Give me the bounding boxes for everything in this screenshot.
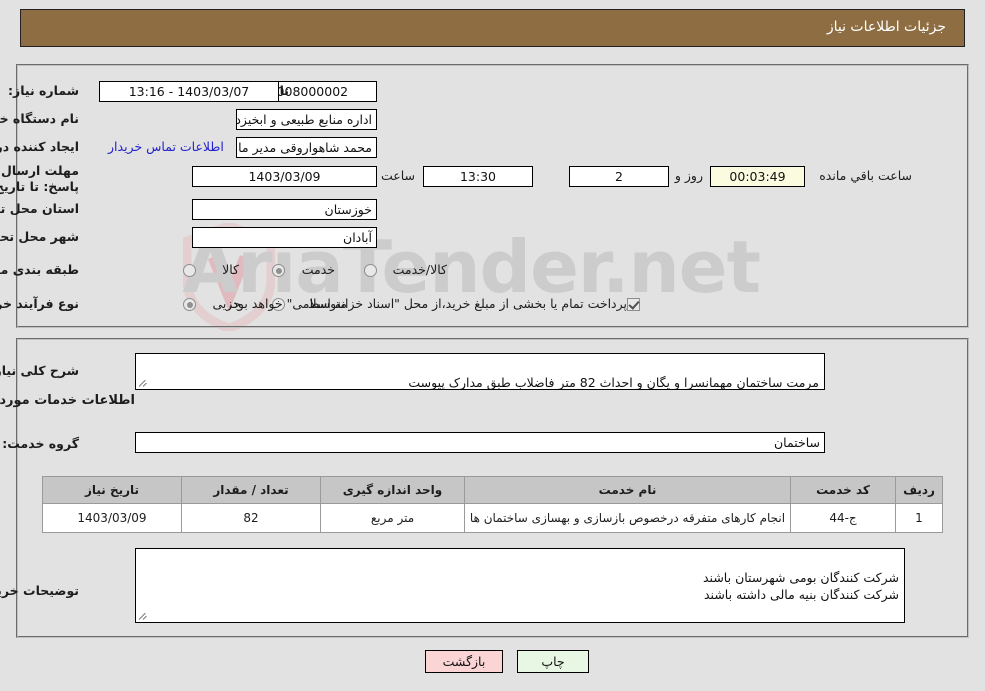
- page-title: جزئیات اطلاعات نیاز: [826, 19, 946, 35]
- deadline-label: مهلت ارسال پاسخ: تا تاریخ:: [0, 163, 79, 194]
- remaining-days-value: 2: [569, 166, 669, 187]
- countdown-label: ساعت باقي مانده: [819, 168, 912, 183]
- category-radio-kala-khedmat[interactable]: [364, 264, 377, 277]
- buyer-notes-label: توضیحات خریدار:: [0, 583, 79, 598]
- buyer-notes-textarea[interactable]: شرکت کنندگان بومی شهرستان باشند شرکت کنن…: [135, 548, 905, 623]
- countdown-value: 00:03:49: [710, 166, 805, 187]
- summary-textarea[interactable]: مرمت ساختمان مهمانسرا و یگان و احداث 82 …: [135, 353, 825, 390]
- cell-unit: متر مربع: [320, 503, 465, 533]
- treasury-bonds-checkbox[interactable]: [627, 298, 640, 311]
- cell-date: 1403/03/09: [42, 503, 182, 533]
- category-label-kala: کالا: [222, 262, 239, 277]
- province-label: استان محل تحویل:: [0, 201, 79, 216]
- service-group-value: ساختمان: [135, 432, 825, 453]
- category-label: طبقه بندی موضوعی:: [0, 262, 79, 277]
- th-name: نام خدمت: [464, 476, 791, 504]
- buyer-org-label: نام دستگاه خریدار:: [0, 111, 79, 126]
- summary-value: مرمت ساختمان مهمانسرا و یگان و احداث 82 …: [408, 375, 819, 390]
- cell-name: انجام کارهای متفرقه درخصوص بازسازی و بهس…: [464, 503, 791, 533]
- deadline-date-value: 1403/03/09: [192, 166, 377, 187]
- service-section-title: اطلاعات خدمات مورد نیاز: [0, 393, 135, 408]
- buyer-contact-link[interactable]: اطلاعات تماس خریدار: [108, 139, 224, 154]
- summary-label: شرح کلی نیاز:: [0, 363, 79, 378]
- cell-radif: 1: [895, 503, 943, 533]
- th-radif: ردیف: [895, 476, 943, 504]
- remaining-days-label: روز و: [674, 168, 703, 183]
- need-number-label: شماره نیاز:: [8, 83, 79, 98]
- creator-value: محمد شاهواروقی مدیر مالی اداره منابع طبی…: [236, 137, 377, 158]
- category-radio-kala[interactable]: [183, 264, 196, 277]
- cell-quantity: 82: [181, 503, 321, 533]
- print-button[interactable]: چاپ: [517, 650, 589, 673]
- category-label-khedmat: خدمت: [301, 262, 335, 277]
- process-type-label: نوع فرآیند خرید :: [0, 296, 79, 311]
- process-radio-jozei[interactable]: [183, 298, 196, 311]
- th-date: تاریخ نیاز: [42, 476, 182, 504]
- cell-code: ج-44: [790, 503, 896, 533]
- treasury-bonds-text: پرداخت تمام یا بخشی از مبلغ خرید،از محل …: [228, 296, 627, 311]
- buyer-notes-value: شرکت کنندگان بومی شهرستان باشند شرکت کنن…: [703, 570, 899, 602]
- page-root: AriaTender.net جزئیات اطلاعات نیاز شماره…: [0, 0, 985, 691]
- deadline-hour-value: 13:30: [423, 166, 533, 187]
- table-row: 1 ج-44 انجام کارهای متفرقه درخصوص بازساز…: [42, 503, 943, 533]
- resize-grip-icon[interactable]: [138, 378, 148, 388]
- th-quantity: تعداد / مقدار: [181, 476, 321, 504]
- table-header-row: ردیف کد خدمت نام خدمت واحد اندازه گیری ت…: [42, 476, 943, 504]
- resize-grip-icon[interactable]: [138, 611, 148, 621]
- buyer-org-value: اداره منابع طبیعی و ابخیزداری شهرستان اب…: [236, 109, 377, 130]
- city-label: شهر محل تحویل:: [0, 229, 79, 244]
- page-header-bar: جزئیات اطلاعات نیاز: [20, 9, 965, 47]
- deadline-hour-label: ساعت: [380, 168, 415, 183]
- back-button[interactable]: بازگشت: [425, 650, 503, 673]
- province-value: خوزستان: [192, 199, 377, 220]
- service-group-label: گروه خدمت:: [2, 436, 79, 451]
- need-info-panel: [16, 64, 969, 328]
- category-label-kala-khedmat: کالا/خدمت: [392, 262, 447, 277]
- category-radio-khedmat[interactable]: [272, 264, 285, 277]
- th-code: کد خدمت: [790, 476, 896, 504]
- announce-datetime-value: 1403/03/07 - 13:16: [99, 81, 279, 102]
- creator-label: ایجاد کننده درخواست:: [0, 139, 79, 154]
- th-unit: واحد اندازه گیری: [320, 476, 465, 504]
- city-value: آبادان: [192, 227, 377, 248]
- services-table: ردیف کد خدمت نام خدمت واحد اندازه گیری ت…: [42, 476, 943, 533]
